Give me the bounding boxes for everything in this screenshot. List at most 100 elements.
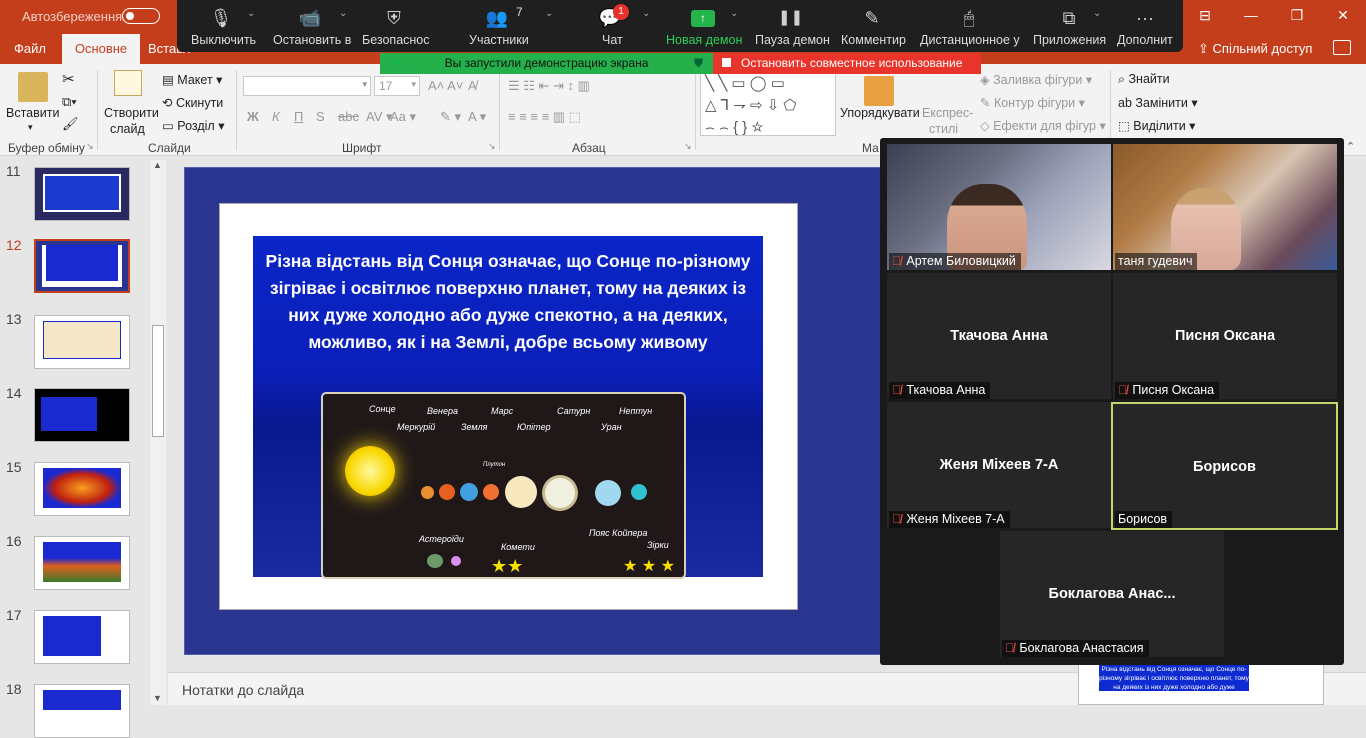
- scroll-up-icon[interactable]: ▲: [153, 160, 162, 170]
- chat-button[interactable]: Чат: [602, 33, 623, 47]
- chevron-down-icon[interactable]: ⌄: [247, 8, 255, 19]
- scroll-down-icon[interactable]: ▼: [153, 693, 162, 703]
- spacing-icon[interactable]: AV ▾: [366, 109, 393, 125]
- restore-button[interactable]: ❐: [1274, 0, 1320, 34]
- slide-number: 14: [6, 385, 22, 401]
- underline-icon[interactable]: П: [294, 109, 303, 124]
- arrange-icon[interactable]: [864, 76, 894, 106]
- grow-font-icon[interactable]: A˄ A˅: [428, 78, 463, 93]
- pencil-icon[interactable]: ✎: [860, 8, 884, 28]
- pause-share-button[interactable]: Пауза демон: [755, 33, 830, 47]
- slide-thumb-16[interactable]: [34, 536, 130, 590]
- clear-format-icon[interactable]: A̸: [468, 78, 477, 93]
- participants-button[interactable]: Участники: [469, 33, 529, 47]
- slide-thumb-14[interactable]: [34, 388, 130, 442]
- pin-icon[interactable]: ✎: [392, 53, 402, 74]
- more-icon[interactable]: ···: [1133, 8, 1157, 28]
- font-size-select[interactable]: 17 ▾: [374, 76, 420, 96]
- close-button[interactable]: ✕: [1320, 0, 1366, 34]
- slide-thumb-11[interactable]: [34, 167, 130, 221]
- paste-icon[interactable]: [18, 72, 48, 102]
- pause-icon[interactable]: ❚❚: [778, 8, 803, 28]
- autosave-toggle[interactable]: [122, 8, 160, 24]
- minimize-button[interactable]: —: [1228, 0, 1274, 34]
- tab-home[interactable]: Основне: [62, 34, 140, 64]
- reset-button[interactable]: ⟲ Скинути: [162, 95, 223, 110]
- new-share-button[interactable]: Новая демон: [666, 33, 742, 47]
- participant-tile[interactable]: Писня Оксана 🎙̸ Писня Оксана: [1113, 273, 1337, 399]
- slide-thumb-17[interactable]: [34, 610, 130, 664]
- select-button[interactable]: ⬚ Виділити ▾: [1118, 118, 1195, 133]
- find-button[interactable]: ⌕ Знайти: [1118, 72, 1170, 87]
- replace-button[interactable]: ab Замінити ▾: [1118, 95, 1198, 110]
- tab-file[interactable]: Файл: [14, 41, 46, 56]
- shapes-gallery[interactable]: ╲ ╲ ▭ ◯ ▭ △ ⅂ ⇁ ⇨ ⇩ ⬠ ⌢ ⌢ { } ☆: [700, 72, 836, 136]
- annotate-button[interactable]: Комментир: [841, 33, 906, 47]
- stop-video-button[interactable]: Остановить в: [273, 33, 351, 47]
- italic-icon[interactable]: К: [272, 109, 280, 124]
- apps-icon[interactable]: ⧉: [1057, 8, 1081, 28]
- security-button[interactable]: Безопаснос: [362, 33, 430, 47]
- align-icons[interactable]: ≡ ≡ ≡ ≡ ▥ ⬚: [508, 109, 581, 125]
- more-button[interactable]: Дополнит: [1117, 33, 1173, 47]
- video-camera-icon[interactable]: 📹: [298, 8, 322, 28]
- slide-thumb-18[interactable]: [34, 684, 130, 738]
- new-slide-button[interactable]: Створити: [104, 106, 159, 120]
- layout-button[interactable]: ▤ Макет ▾: [162, 72, 222, 87]
- new-slide-icon[interactable]: [114, 70, 142, 96]
- collapse-ribbon-icon[interactable]: ⌃: [1346, 140, 1355, 153]
- participant-tile[interactable]: Ткачова Анна 🎙̸ Ткачова Анна: [887, 273, 1111, 399]
- font-family-select[interactable]: ▾: [243, 76, 371, 96]
- remote-control-button[interactable]: Дистанционное у: [920, 33, 1020, 47]
- participant-tile[interactable]: Боклагова Анас... 🎙̸ Боклагова Анастасия: [1000, 531, 1224, 657]
- format-painter-icon[interactable]: 🖌: [62, 116, 79, 132]
- slide-thumb-13[interactable]: [34, 315, 130, 369]
- paste-button[interactable]: Вставити: [6, 106, 59, 120]
- comments-icon[interactable]: [1333, 40, 1351, 55]
- scrollbar-thumb[interactable]: [152, 325, 164, 437]
- section-button[interactable]: ▭ Розділ ▾: [162, 118, 224, 133]
- slide-thumb-15[interactable]: [34, 462, 130, 516]
- font-color-icon[interactable]: A ▾: [468, 109, 486, 125]
- strikethrough-icon[interactable]: abc: [338, 109, 359, 124]
- shape-effects-button[interactable]: ◇ Ефекти для фігур ▾: [980, 118, 1106, 133]
- shield-icon[interactable]: ⛨: [382, 8, 406, 28]
- participant-tile[interactable]: 🎙̸ Артем Биловицкий: [887, 144, 1111, 270]
- mute-button[interactable]: Выключить: [191, 33, 256, 47]
- chevron-down-icon[interactable]: ⌄: [339, 8, 347, 19]
- stop-share-button[interactable]: Остановить совместное использование: [713, 53, 981, 74]
- quick-styles-button[interactable]: Експрес-: [922, 106, 973, 120]
- case-icon[interactable]: Aa ▾: [390, 109, 416, 125]
- mouse-icon[interactable]: 🖱: [957, 8, 981, 28]
- shape-outline-button[interactable]: ✎ Контур фігури ▾: [980, 95, 1085, 110]
- cut-icon[interactable]: ✂: [62, 70, 75, 88]
- dialog-launcher-icon[interactable]: ↘: [684, 141, 692, 152]
- chevron-down-icon[interactable]: ⌄: [1093, 8, 1101, 19]
- chevron-down-icon[interactable]: ⌄: [545, 8, 553, 19]
- arrange-button[interactable]: Упорядкувати: [840, 106, 920, 120]
- participant-tile[interactable]: Женя Міхеев 7-А 🎙̸ Женя Міхеев 7-А: [887, 402, 1111, 528]
- shape-fill-button[interactable]: ◈ Заливка фігури ▾: [980, 72, 1092, 87]
- chevron-down-icon[interactable]: ⌄: [730, 8, 738, 19]
- bullets-icon[interactable]: ☰ ☷ ⇤ ⇥ ↕ ▥: [508, 78, 590, 94]
- bold-icon[interactable]: Ж: [247, 109, 259, 124]
- slide-thumb-12[interactable]: [34, 239, 130, 293]
- chevron-down-icon[interactable]: ⌄: [642, 8, 650, 19]
- microphone-icon[interactable]: 🎙: [209, 8, 233, 28]
- highlight-icon[interactable]: ✎ ▾: [440, 109, 461, 125]
- apps-button[interactable]: Приложения: [1033, 33, 1106, 47]
- copy-icon[interactable]: ⧉▾: [62, 94, 77, 110]
- paste-dropdown-icon[interactable]: ▾: [28, 122, 33, 133]
- participant-tile-active[interactable]: Борисов Борисов: [1111, 402, 1338, 530]
- dialog-launcher-icon[interactable]: ↘: [488, 141, 496, 152]
- slide-image[interactable]: Різна відстань від Сонця означає, що Сон…: [253, 236, 763, 579]
- participant-tile[interactable]: таня гудевич: [1113, 144, 1337, 270]
- share-button[interactable]: ⇪ Спільний доступ: [1198, 41, 1312, 57]
- share-screen-icon[interactable]: ↑: [691, 10, 715, 27]
- ribbon-display-icon[interactable]: ⊟: [1182, 0, 1228, 34]
- shadow-icon[interactable]: S: [316, 109, 325, 124]
- dialog-launcher-icon[interactable]: ↘: [86, 141, 94, 152]
- thumbnails-scrollbar[interactable]: ▲ ▼: [150, 160, 166, 705]
- participant-label: 🎙̸ Писня Оксана: [1115, 382, 1220, 399]
- participants-icon[interactable]: 👥: [485, 8, 509, 28]
